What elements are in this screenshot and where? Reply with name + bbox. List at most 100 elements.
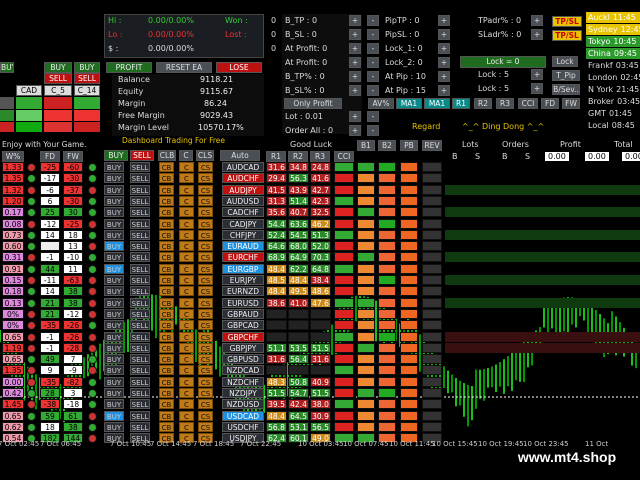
tp-sl-button-1[interactable]: TP/SL (552, 16, 582, 27)
row-c-button[interactable]: C (179, 196, 194, 206)
lose-button[interactable]: LOSE (216, 62, 262, 73)
bseven-button[interactable]: B/Sev.. (552, 84, 580, 95)
pair-name-audcad[interactable]: AUDCAD (222, 162, 264, 172)
row-cb-button[interactable]: CB (159, 173, 174, 183)
row-cs-button[interactable]: CS (198, 354, 213, 364)
row-cb-button[interactable]: CB (159, 286, 174, 296)
pair-name-cadjpy[interactable]: CADJPY (222, 219, 264, 229)
row-c-button[interactable]: C (179, 298, 194, 308)
pair-name-nzdusd[interactable]: NZDUSD (222, 399, 264, 409)
row-buy-button[interactable]: BUY (104, 264, 124, 274)
row-cs-button[interactable]: CS (198, 252, 213, 262)
tp-plus-5[interactable]: + (349, 85, 361, 96)
pair-name-audchf[interactable]: AUDCHF (222, 173, 264, 183)
pair-name-eurchf[interactable]: EURCHF (222, 252, 264, 262)
pair-name-euraud[interactable]: EURAUD (222, 241, 264, 251)
sell-button-2[interactable]: SELL (74, 73, 100, 84)
row-cs-button[interactable]: CS (198, 388, 213, 398)
row-buy-button[interactable]: BUY (104, 377, 124, 387)
row-c-button[interactable]: C (179, 388, 194, 398)
header-sell[interactable]: SELL (130, 150, 154, 161)
row-cb-button[interactable]: CB (159, 230, 174, 240)
pair-name-gbpcad[interactable]: GBPCAD (222, 320, 264, 330)
cci-button[interactable]: CCI (518, 98, 538, 109)
row-sell-button[interactable]: SELL (130, 411, 150, 421)
header-auto[interactable]: Auto (220, 150, 260, 161)
header-clb[interactable]: CLB (158, 150, 176, 161)
row-cs-button[interactable]: CS (198, 399, 213, 409)
row-sell-button[interactable]: SELL (130, 332, 150, 342)
row-sell-button[interactable]: SELL (130, 252, 150, 262)
row-cs-button[interactable]: CS (198, 230, 213, 240)
adr-plus-1[interactable]: + (531, 29, 543, 40)
row-buy-button[interactable]: BUY (104, 354, 124, 364)
pair-name-usdcad[interactable]: USDCAD (222, 411, 264, 421)
row-cs-button[interactable]: CS (198, 275, 213, 285)
row-cs-button[interactable]: CS (198, 264, 213, 274)
lock-button[interactable]: Lock (552, 56, 578, 67)
pair-name-chfjpy[interactable]: CHFJPY (222, 230, 264, 240)
reset-ea-button[interactable]: RESET EA (156, 62, 212, 73)
row-sell-button[interactable]: SELL (130, 196, 150, 206)
row-cs-button[interactable]: CS (198, 219, 213, 229)
row-cb-button[interactable]: CB (159, 411, 174, 421)
pair-name-eurnzd[interactable]: EURNZD (222, 286, 264, 296)
row-cs-button[interactable]: CS (198, 309, 213, 319)
pair-name-eurjpy[interactable]: EURJPY (222, 275, 264, 285)
row-c-button[interactable]: C (179, 343, 194, 353)
row-cs-button[interactable]: CS (198, 377, 213, 387)
header-c[interactable]: C (179, 150, 193, 161)
row-cb-button[interactable]: CB (159, 298, 174, 308)
pip-minus-1[interactable]: - (367, 29, 379, 40)
row-cb-button[interactable]: CB (159, 422, 174, 432)
row-cs-button[interactable]: CS (198, 173, 213, 183)
row-cs-button[interactable]: CS (198, 298, 213, 308)
row-cs-button[interactable]: CS (198, 332, 213, 342)
tp-plus-0[interactable]: + (349, 15, 361, 26)
row-c-button[interactable]: C (179, 354, 194, 364)
row-c-button[interactable]: C (179, 185, 194, 195)
row-c-button[interactable]: C (179, 422, 194, 432)
pair-name-usdchf[interactable]: USDCHF (222, 422, 264, 432)
row-cb-button[interactable]: CB (159, 354, 174, 364)
row-sell-button[interactable]: SELL (130, 207, 150, 217)
r1-button[interactable]: R1 (452, 98, 470, 109)
row-cb-button[interactable]: CB (159, 241, 174, 251)
row-c-button[interactable]: C (179, 230, 194, 240)
buy-button-3[interactable]: BUY (74, 62, 100, 73)
cad-button[interactable]: CAD (16, 85, 42, 96)
row-sell-button[interactable]: SELL (130, 241, 150, 251)
row-cb-button[interactable]: CB (159, 332, 174, 342)
fw-button[interactable]: FW (562, 98, 580, 109)
pair-name-gbpusd[interactable]: GBPUSD (222, 354, 264, 364)
row-cs-button[interactable]: CS (198, 185, 213, 195)
tpip-button[interactable]: T_Pip (552, 70, 580, 81)
row-c-button[interactable]: C (179, 207, 194, 217)
row-cb-button[interactable]: CB (159, 365, 174, 375)
row-sell-button[interactable]: SELL (130, 185, 150, 195)
av-button[interactable]: AV% (368, 98, 394, 109)
pair-name-nzdjpy[interactable]: NZDJPY (222, 388, 264, 398)
row-buy-button[interactable]: BUY (104, 219, 124, 229)
row-cb-button[interactable]: CB (159, 320, 174, 330)
sell-button-1[interactable]: SELL (44, 73, 72, 84)
pip-minus-5[interactable]: - (367, 85, 379, 96)
row-c-button[interactable]: C (179, 320, 194, 330)
row-buy-button[interactable]: BUY (104, 422, 124, 432)
row-cb-button[interactable]: CB (159, 252, 174, 262)
pair-name-cadchf[interactable]: CADCHF (222, 207, 264, 217)
row-buy-button[interactable]: BUY (104, 162, 124, 172)
tp-plus-2[interactable]: + (349, 43, 361, 54)
buy-button-1[interactable]: BUY (0, 62, 14, 73)
row-sell-button[interactable]: SELL (130, 377, 150, 387)
pip-plus-3[interactable]: + (438, 57, 450, 68)
row-buy-button[interactable]: BUY (104, 320, 124, 330)
row-buy-button[interactable]: BUY (104, 230, 124, 240)
row-cb-button[interactable]: CB (159, 377, 174, 387)
row-sell-button[interactable]: SELL (130, 354, 150, 364)
tp-plus-7[interactable]: + (349, 125, 361, 136)
header-cls[interactable]: CLS (196, 150, 214, 161)
pip-minus-7[interactable]: - (367, 125, 379, 136)
tp-plus-6[interactable]: + (349, 111, 361, 122)
row-buy-button[interactable]: BUY (104, 411, 124, 421)
